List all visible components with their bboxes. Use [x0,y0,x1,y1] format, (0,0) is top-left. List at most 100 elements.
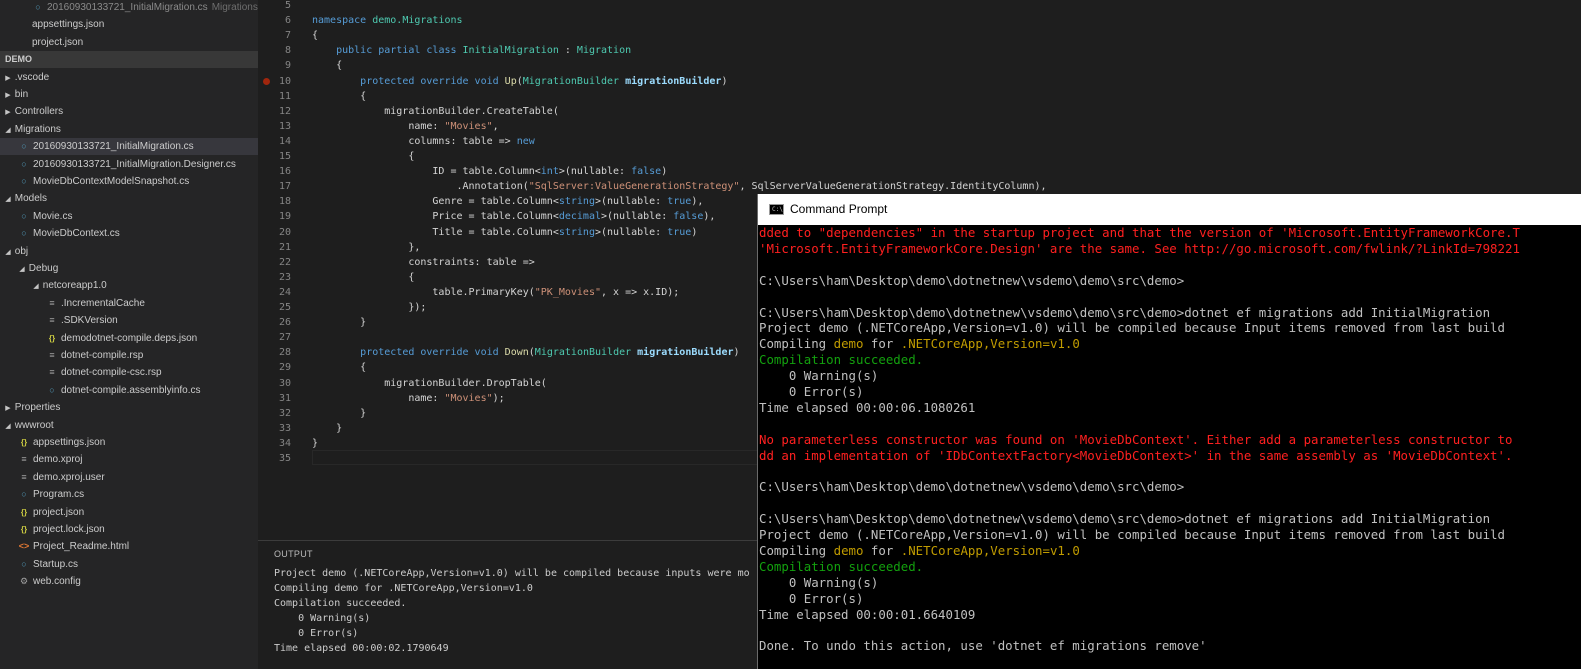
chevron-down-icon[interactable]: ◢ [32,278,40,294]
code-line: 8 public partial class InitialMigration … [258,43,1581,58]
tree-item-folder[interactable]: ◢ Models [0,190,258,207]
tree-item-folder[interactable]: ▶ Properties [0,399,258,416]
line-number: 18 [278,196,291,208]
code-line: 14 columns: table => new [258,134,1581,149]
line-number: 8 [284,45,291,57]
tree-item-file[interactable]: ≡ .IncrementalCache [0,295,258,312]
code-text: } [312,406,366,421]
code-token: , [492,120,499,132]
code-token: true [667,196,692,208]
tree-item-folder[interactable]: ▶ .vscode [0,69,258,86]
tree-item-file[interactable]: {} appsettings.json [0,434,258,451]
code-token: namespace [312,15,373,27]
code-token: protected override void [360,347,505,359]
tree-item-label: 20160930133721_InitialMigration.cs [33,141,194,153]
tree-item-file[interactable]: {} demodotnet-compile.deps.json [0,330,258,347]
chevron-down-icon[interactable]: ◢ [18,261,26,277]
tree-item-folder[interactable]: ◢ wwwroot [0,417,258,434]
tree-item-file[interactable]: ○ Startup.cs [0,556,258,573]
line-number: 32 [278,407,291,419]
code-line: 17 .Annotation("SqlServer:ValueGeneratio… [258,179,1581,194]
console-text: C:\Users\ham\Desktop\demo\dotnetnew\vsde… [759,272,1185,288]
code-token: >(nullable: [558,166,632,178]
code-token: { [312,30,319,42]
chevron-right-icon[interactable]: ▶ [4,104,12,120]
tree-item-file[interactable]: project.json [0,34,258,51]
tree-item-file[interactable]: ○ Movie.cs [0,208,258,225]
tree-item-file[interactable]: appsettings.json [0,16,258,33]
line-number: 23 [278,271,291,283]
tree-item-file[interactable]: {} project.lock.json [0,521,258,538]
line-number: 7 [284,30,291,42]
chevron-right-icon[interactable]: ▶ [4,70,12,86]
line-number: 28 [278,347,291,359]
tree-item-file[interactable]: ○ dotnet-compile.assemblyinfo.cs [0,382,258,399]
command-prompt-title: Command Prompt [790,202,888,216]
code-text: protected override void Up(MigrationBuil… [312,74,727,89]
tree-item-folder[interactable]: ◢ obj [0,243,258,260]
console-line: C:\Users\ham\Desktop\demo\dotnetnew\vsde… [759,305,1490,321]
tree-item-label: Startup.cs [33,558,79,570]
tree-item-file[interactable]: <> Project_Readme.html [0,538,258,555]
tree-item-section[interactable]: DEMO [0,51,258,69]
chevron-down-icon[interactable]: ◢ [4,418,12,434]
tree-item-file[interactable]: ≡ demo.xproj.user [0,469,258,486]
tree-item-file[interactable]: {} project.json [0,504,258,521]
code-text: constraints: table => [312,255,534,270]
breakpoint-icon[interactable] [263,77,270,85]
code-token: , x => x.ID); [601,286,680,298]
csharp-file-icon: ○ [21,158,27,169]
tree-item-file[interactable]: ○ MovieDbContext.cs [0,225,258,242]
tree-item-folder[interactable]: ◢ Migrations [0,121,258,138]
code-token: ); [492,392,505,404]
code-token: migrationBuilder [625,75,722,87]
tree-item-file[interactable]: ○ 20160930133721_InitialMigration.Designe… [0,156,258,173]
line-number: 33 [278,422,291,434]
command-prompt-titlebar[interactable]: C:\ Command Prompt [758,194,1581,225]
tree-item-file[interactable]: ≡ demo.xproj [0,451,258,468]
tree-item-file[interactable]: ○ MovieDbContextModelSnapshot.cs [0,173,258,190]
code-text: columns: table => new [312,134,534,149]
text-file-icon: ≡ [49,315,55,326]
code-text: { [312,360,366,375]
console-text: Compiling [759,543,834,558]
console-text: Time elapsed 00:00:01.6640109 [759,606,976,622]
chevron-down-icon[interactable]: ◢ [4,191,12,207]
console-line: Compilation succeeded. [759,559,923,575]
code-token: Title = table.Column< [312,226,559,238]
text-file-icon: ≡ [21,471,27,482]
output-line: Time elapsed 00:00:02.1790649 [274,643,449,654]
csharp-file-icon: ○ [49,384,55,395]
code-text: protected override void Down(MigrationBu… [312,345,739,360]
tree-item-folder[interactable]: ▶ Controllers [0,103,258,120]
chevron-right-icon[interactable]: ▶ [4,400,12,416]
tree-item-folder[interactable]: ▶ bin [0,86,258,103]
tree-item-file[interactable]: ○ 20160930133721_InitialMigration.cs Migra… [0,0,258,16]
csharp-file-icon: ○ [21,176,27,186]
console-text: Compilation succeeded. [759,352,924,368]
console-text: .NETCoreApp,Version=v1.0 [900,543,1080,558]
code-token: , SqlServerValueGenerationStrategy.Ident… [739,181,1047,193]
tree-item-file[interactable]: ○ 20160930133721_InitialMigration.cs [0,138,258,156]
tree-item-label: Properties [14,402,61,414]
tree-item-label: 20160930133721_InitialMigration.Designer… [33,158,236,170]
tree-item-file[interactable]: ○ Program.cs [0,486,258,503]
tree-item-file[interactable]: ≡ dotnet-compile-csc.rsp [0,364,258,381]
tree-item-file[interactable]: ≡ dotnet-compile.rsp [0,347,258,364]
tree-item-file[interactable]: ≡ .SDKVersion [0,312,258,329]
chevron-down-icon[interactable]: ◢ [4,122,12,138]
command-prompt-window[interactable]: C:\ Command Prompt dded to "dependencies… [757,194,1581,669]
console-text: dd an implementation of 'IDbContextFacto… [759,447,1513,463]
tree-item-file[interactable]: ⚙ web.config [0,573,258,590]
code-line: 16 ID = table.Column<int>(nullable: fals… [258,164,1581,179]
code-text: Title = table.Column<string>(nullable: t… [312,225,697,240]
text-file-icon: ≡ [49,367,55,378]
tree-item-folder[interactable]: ◢ Debug [0,260,258,277]
chevron-right-icon[interactable]: ▶ [4,87,12,103]
chevron-down-icon[interactable]: ◢ [4,244,12,260]
code-token: int [540,166,559,178]
console-text: dded to "dependencies" in the startup pr… [759,225,1520,240]
code-text: } [312,315,366,330]
code-token: }, [312,241,421,253]
tree-item-folder[interactable]: ◢ netcoreapp1.0 [0,277,258,294]
